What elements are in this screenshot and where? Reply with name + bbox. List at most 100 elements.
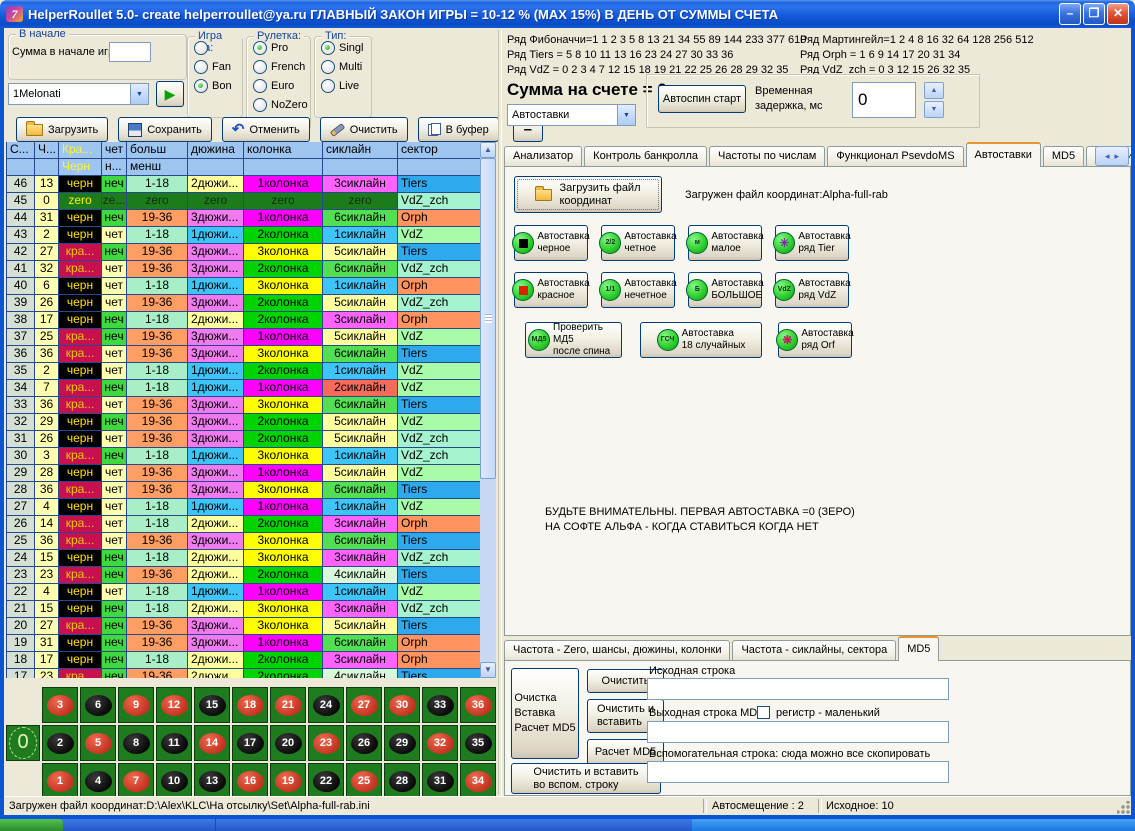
copy-to-buffer-button[interactable]: В буфер: [418, 117, 499, 142]
table-row[interactable]: 1723кра...неч19-362дюжи...2колонка4сикла…: [7, 669, 481, 678]
roulette-cell-19[interactable]: 19: [270, 763, 306, 799]
table-row[interactable]: 3817черннеч1-182дюжи...2колонка3сиклайнO…: [7, 312, 481, 329]
stake-button-2[interactable]: мАвтоставка малое: [688, 225, 762, 261]
stake-button-4[interactable]: Автоставка красное: [514, 272, 588, 308]
stake-button-1[interactable]: 2/2Автоставка четное: [601, 225, 675, 261]
roulette-cell-7[interactable]: 7: [118, 763, 154, 799]
roulette-cell-3[interactable]: 3: [42, 687, 78, 723]
table-row[interactable]: 2614кра...чет1-182дюжи...2колонка3сиклай…: [7, 516, 481, 533]
title-bar[interactable]: 7 HelperRoullet 5.0- create helperroulle…: [0, 0, 1135, 28]
roulette-cell-36[interactable]: 36: [460, 687, 496, 723]
start-sum-input[interactable]: [109, 42, 151, 62]
table-row[interactable]: 3126чернчет19-363дюжи...2колонка5сиклайн…: [7, 431, 481, 448]
chevron-down-icon[interactable]: ▼: [617, 105, 635, 125]
stake-button-10[interactable]: ❋Автоставка ряд Orf: [778, 322, 852, 358]
minimize-button[interactable]: –: [1059, 3, 1081, 25]
roulette-cell-23[interactable]: 23: [308, 725, 344, 761]
scroll-down-icon[interactable]: ▼: [480, 662, 496, 678]
roulette-cell-13[interactable]: 13: [194, 763, 230, 799]
play-button[interactable]: ▶: [156, 81, 184, 107]
roulette-cell-27[interactable]: 27: [346, 687, 382, 723]
stake-button-9[interactable]: ГСЧАвтоставка 18 случайных: [640, 322, 762, 358]
table-row[interactable]: 3926чернчет19-363дюжи...2колонка5сиклайн…: [7, 295, 481, 312]
roulette-cell-16[interactable]: 16: [232, 763, 268, 799]
resize-grip[interactable]: [1117, 801, 1130, 814]
roulette-cell-4[interactable]: 4: [80, 763, 116, 799]
radio-euro[interactable]: Euro: [253, 78, 310, 94]
table-row[interactable]: 224чернчет1-181дюжи...1колонка1сиклайнVd…: [7, 584, 481, 601]
tab-MD5[interactable]: MD5: [1043, 146, 1084, 167]
table-row[interactable]: 3636кра...чет19-363дюжи...3колонка6сикла…: [7, 346, 481, 363]
roulette-cell-33[interactable]: 33: [422, 687, 458, 723]
roulette-cell-26[interactable]: 26: [346, 725, 382, 761]
md5-big-button[interactable]: Очистка Вставка Расчет MD5: [511, 668, 579, 759]
tab-Автоставки[interactable]: Автоставки: [966, 142, 1041, 167]
chevron-down-icon[interactable]: ▼: [130, 84, 148, 104]
roulette-cell-8[interactable]: 8: [118, 725, 154, 761]
table-scrollbar[interactable]: ▲ ▼: [480, 142, 496, 678]
autospin-start-button[interactable]: Автоспин старт: [658, 85, 746, 113]
radio-fan[interactable]: Fan: [194, 59, 242, 75]
scroll-up-icon[interactable]: ▲: [480, 142, 496, 158]
roulette-cell-24[interactable]: 24: [308, 687, 344, 723]
table-row[interactable]: 2536кра...чет19-363дюжи...3колонка6сикла…: [7, 533, 481, 550]
table-row[interactable]: 2415черннеч1-182дюжи...3колонка3сиклайнV…: [7, 550, 481, 567]
load-button[interactable]: Загрузить: [16, 117, 108, 142]
roulette-cell-29[interactable]: 29: [384, 725, 420, 761]
spinner-down-icon[interactable]: ▼: [924, 101, 944, 118]
radio-live[interactable]: Live: [321, 78, 371, 94]
tab-scroll-left-icon[interactable]: ◂: [1105, 151, 1110, 162]
tab-Контроль банкролла[interactable]: Контроль банкролла: [584, 146, 707, 167]
roulette-cell-18[interactable]: 18: [232, 687, 268, 723]
roulette-cell-0[interactable]: 0: [6, 725, 40, 761]
table-row[interactable]: 352чернчет1-181дюжи...2колонка1сиклайнVd…: [7, 363, 481, 380]
table-row[interactable]: 450zeroze...zerozerozerozeroVdZ_zch: [7, 193, 481, 210]
tab-scroll-right-icon[interactable]: ▸: [1115, 151, 1120, 162]
roulette-cell-10[interactable]: 10: [156, 763, 192, 799]
roulette-cell-32[interactable]: 32: [422, 725, 458, 761]
load-coordinates-button[interactable]: Загрузить файл координат: [514, 176, 662, 213]
stake-button-3[interactable]: ✳Автоставка ряд Tier: [775, 225, 849, 261]
md5-clear-paste-aux-button[interactable]: Очистить и вставить во вспом. строку: [511, 763, 661, 794]
save-button[interactable]: Сохранить: [118, 117, 212, 142]
output-string-input[interactable]: [647, 721, 949, 743]
spinner-up-icon[interactable]: ▲: [924, 82, 944, 99]
table-row[interactable]: 432чернчет1-181дюжи...2колонка1сиклайнVd…: [7, 227, 481, 244]
roulette-cell-34[interactable]: 34: [460, 763, 496, 799]
table-row[interactable]: 4132кра...чет19-363дюжи...2колонка6сикла…: [7, 261, 481, 278]
bottom-tab-Частота - сиклайны, сектора[interactable]: Частота - сиклайны, сектора: [732, 640, 896, 661]
roulette-cell-14[interactable]: 14: [194, 725, 230, 761]
strategy-combo[interactable]: 1Melonati ▼: [8, 83, 149, 105]
table-row[interactable]: 1817черннеч1-182дюжи...2колонка3сиклайнO…: [7, 652, 481, 669]
roulette-cell-21[interactable]: 21: [270, 687, 306, 723]
start-button[interactable]: [0, 819, 63, 831]
radio-pro[interactable]: Pro: [253, 40, 310, 56]
roulette-cell-20[interactable]: 20: [270, 725, 306, 761]
roulette-cell-30[interactable]: 30: [384, 687, 420, 723]
roulette-cell-35[interactable]: 35: [460, 725, 496, 761]
aux-string-input[interactable]: [647, 761, 949, 783]
stake-button-0[interactable]: Автоставка черное: [514, 225, 588, 261]
radio-french[interactable]: French: [253, 59, 310, 75]
table-row[interactable]: 4613черннеч1-182дюжи...1колонка3сиклайнT…: [7, 176, 481, 193]
bottom-tab-Частота - Zero, шансы, дюжины, колонки[interactable]: Частота - Zero, шансы, дюжины, колонки: [504, 640, 730, 661]
roulette-cell-5[interactable]: 5: [80, 725, 116, 761]
table-row[interactable]: 2115черннеч1-182дюжи...3колонка3сиклайнV…: [7, 601, 481, 618]
table-row[interactable]: 1931черннеч19-363дюжи...1колонка6сиклайн…: [7, 635, 481, 652]
roulette-cell-25[interactable]: 25: [346, 763, 382, 799]
roulette-cell-31[interactable]: 31: [422, 763, 458, 799]
radio-nozero[interactable]: NoZero: [253, 97, 310, 113]
table-row[interactable]: 347кра...неч1-181дюжи...1колонка2сиклайн…: [7, 380, 481, 397]
bottom-tab-MD5[interactable]: MD5: [898, 636, 939, 661]
table-row[interactable]: 2836кра...чет19-363дюжи...3колонка6сикла…: [7, 482, 481, 499]
delay-input[interactable]: [852, 82, 916, 118]
table-row[interactable]: 2027кра...неч19-363дюжи...3колонка5сикла…: [7, 618, 481, 635]
radio-singl[interactable]: Singl: [321, 40, 371, 56]
roulette-cell-2[interactable]: 2: [42, 725, 78, 761]
tab-Частоты по числам[interactable]: Частоты по числам: [709, 146, 825, 167]
radio-bon[interactable]: Bon: [194, 78, 242, 94]
table-row[interactable]: 406чернчет1-181дюжи...3колонка1сиклайнOr…: [7, 278, 481, 295]
tab-Анализатор[interactable]: Анализатор: [504, 146, 582, 167]
table-row[interactable]: 3336кра...чет19-363дюжи...3колонка6сикла…: [7, 397, 481, 414]
tab-scroll-arrows[interactable]: ◂▸: [1095, 146, 1129, 166]
